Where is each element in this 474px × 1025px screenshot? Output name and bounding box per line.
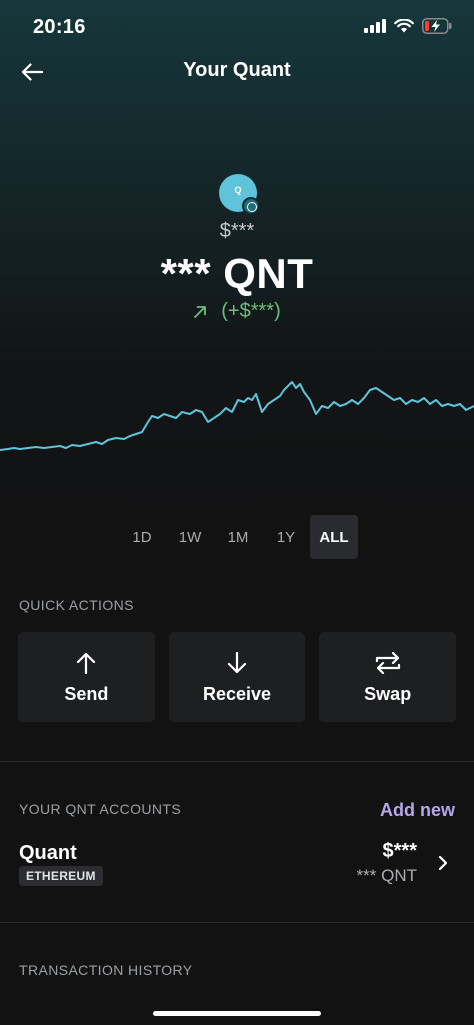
change-value: (+$***) [221, 300, 281, 322]
divider [0, 922, 474, 923]
network-badge: ETHEREUM [19, 866, 103, 886]
price-chart-line [0, 381, 474, 451]
send-button[interactable]: Send [18, 632, 155, 722]
swap-label: Swap [364, 683, 412, 704]
price-chart[interactable] [0, 370, 474, 470]
status-time: 20:16 [33, 16, 86, 38]
crypto-balance: *** QNT [160, 250, 314, 297]
account-name: Quant [19, 842, 77, 864]
add-new-account-button[interactable]: Add new [380, 800, 455, 821]
time-range-selector: 1D 1W 1M 1Y ALL [118, 515, 358, 559]
battery-charging-icon [422, 18, 452, 34]
account-row-quant[interactable]: Quant ETHEREUM $*** *** QNT [0, 836, 474, 896]
transaction-history-label: TRANSACTION HISTORY [19, 962, 193, 978]
send-label: Send [64, 683, 109, 704]
arrow-down-icon [227, 651, 247, 673]
home-indicator[interactable] [153, 1011, 321, 1016]
quick-actions: Send Receive Swap [18, 632, 457, 722]
cellular-signal-icon [364, 19, 386, 33]
account-crypto-balance: *** QNT [356, 866, 417, 885]
quick-actions-label: QUICK ACTIONS [19, 597, 134, 613]
swap-button[interactable]: Swap [319, 632, 457, 722]
divider [0, 761, 474, 762]
receive-label: Receive [202, 683, 272, 704]
nav-header: Your Quant [0, 48, 474, 94]
accounts-label: YOUR QNT ACCOUNTS [19, 801, 182, 817]
range-1d[interactable]: 1D [118, 515, 166, 559]
receive-button[interactable]: Receive [168, 632, 306, 722]
arrow-up-icon [77, 652, 96, 674]
range-all[interactable]: ALL [310, 515, 358, 559]
range-1y[interactable]: 1Y [262, 515, 310, 559]
ethereum-network-badge-icon [242, 197, 260, 215]
page-title: Your Quant [183, 59, 291, 81]
arrow-up-right-icon [194, 305, 207, 318]
quant-coin-icon: Q [219, 174, 260, 215]
wifi-icon [394, 19, 414, 33]
coin-logo-letter: Q [234, 185, 242, 195]
swap-arrows-icon [375, 651, 400, 674]
range-1w[interactable]: 1W [166, 515, 214, 559]
range-1m[interactable]: 1M [214, 515, 262, 559]
balance-change: (+$***) [0, 300, 474, 323]
status-icons [364, 18, 452, 34]
fiat-balance: $*** [219, 220, 255, 242]
chevron-right-icon [438, 855, 448, 871]
account-fiat-balance: $*** [382, 840, 417, 862]
